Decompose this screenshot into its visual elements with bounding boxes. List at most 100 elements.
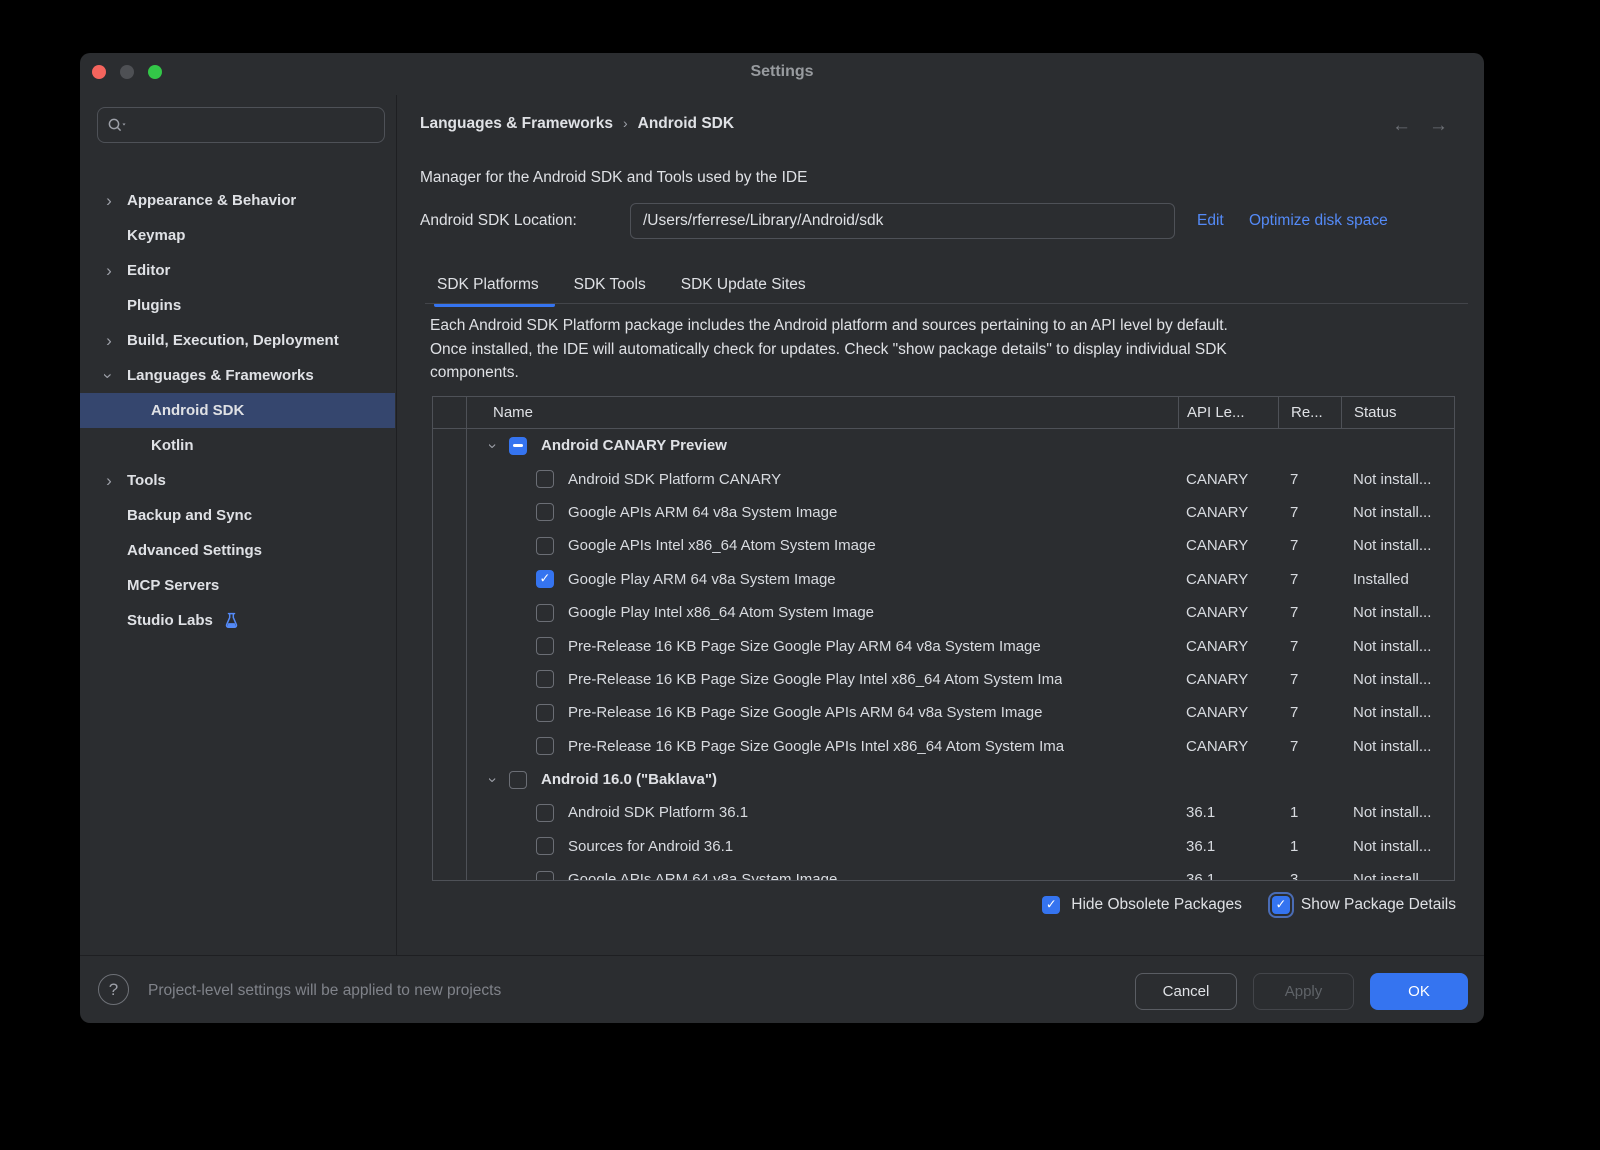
column-header-revision[interactable]: Re... bbox=[1278, 397, 1341, 428]
package-checkbox[interactable] bbox=[536, 804, 554, 822]
sidebar-item[interactable]: Plugins bbox=[80, 288, 395, 323]
table-row[interactable]: Pre-Release 16 KB Page Size Google APIs … bbox=[433, 696, 1454, 729]
chevron-down-icon[interactable]: › bbox=[483, 773, 501, 787]
table-group-row[interactable]: › Android 16.0 ("Baklava") bbox=[433, 763, 1454, 796]
table-row[interactable]: Sources for Android 36.1 36.1 1 Not inst… bbox=[433, 830, 1454, 863]
package-checkbox[interactable] bbox=[536, 570, 554, 588]
package-name: Pre-Release 16 KB Page Size Google Play … bbox=[568, 638, 1041, 655]
status-cell: Not install... bbox=[1341, 696, 1454, 729]
chevron-down-icon[interactable]: › bbox=[102, 369, 116, 383]
package-checkbox[interactable] bbox=[536, 503, 554, 521]
sidebar-item[interactable]: Backup and Sync bbox=[80, 498, 395, 533]
sdk-location-input[interactable] bbox=[630, 203, 1175, 239]
package-checkbox[interactable] bbox=[536, 871, 554, 880]
table-row[interactable]: Android SDK Platform 36.1 36.1 1 Not ins… bbox=[433, 796, 1454, 829]
api-level-cell: 36.1 bbox=[1178, 863, 1278, 880]
sidebar-item[interactable]: ›Languages & Frameworks bbox=[80, 358, 395, 393]
api-level-cell: CANARY bbox=[1178, 529, 1278, 562]
package-group-name: Android CANARY Preview bbox=[541, 437, 727, 454]
chevron-right-icon[interactable]: › bbox=[102, 194, 116, 208]
revision-cell: 1 bbox=[1278, 830, 1341, 863]
option-checkbox[interactable] bbox=[1272, 896, 1290, 914]
sidebar-item[interactable]: Keymap bbox=[80, 218, 395, 253]
api-level-cell: 36.1 bbox=[1178, 796, 1278, 829]
table-row[interactable]: Pre-Release 16 KB Page Size Google Play … bbox=[433, 663, 1454, 696]
tab-sdk-update-sites[interactable]: SDK Update Sites bbox=[681, 265, 806, 304]
table-row[interactable]: Google Play Intel x86_64 Atom System Ima… bbox=[433, 596, 1454, 629]
breadcrumb-page: Android SDK bbox=[638, 115, 734, 132]
table-row[interactable]: Google Play ARM 64 v8a System Image CANA… bbox=[433, 563, 1454, 596]
group-checkbox[interactable] bbox=[509, 771, 527, 789]
chevron-right-icon[interactable]: › bbox=[102, 474, 116, 488]
table-row[interactable]: Pre-Release 16 KB Page Size Google APIs … bbox=[433, 730, 1454, 763]
tabs-divider bbox=[425, 303, 1468, 304]
table-row[interactable]: Google APIs ARM 64 v8a System Image CANA… bbox=[433, 496, 1454, 529]
column-header-name[interactable]: Name bbox=[433, 397, 1178, 428]
revision-cell: 7 bbox=[1278, 596, 1341, 629]
ok-button[interactable]: OK bbox=[1370, 973, 1468, 1010]
table-row[interactable]: Google APIs ARM 64 v8a System Image 36.1… bbox=[433, 863, 1454, 880]
sidebar-item[interactable]: Advanced Settings bbox=[80, 533, 395, 568]
api-level-cell: CANARY bbox=[1178, 462, 1278, 495]
sidebar-item-label: Android SDK bbox=[80, 402, 244, 419]
sidebar-item[interactable]: ›Editor bbox=[80, 253, 395, 288]
settings-search-field[interactable] bbox=[97, 107, 385, 143]
help-icon[interactable]: ? bbox=[98, 974, 129, 1005]
table-row[interactable]: Pre-Release 16 KB Page Size Google Play … bbox=[433, 629, 1454, 662]
sidebar-item[interactable]: Android SDK bbox=[80, 393, 395, 428]
back-arrow-icon[interactable]: ← bbox=[1392, 115, 1429, 136]
package-checkbox[interactable] bbox=[536, 837, 554, 855]
column-header-status[interactable]: Status bbox=[1341, 397, 1454, 428]
package-checkbox[interactable] bbox=[536, 604, 554, 622]
sidebar-item[interactable]: ›Tools bbox=[80, 463, 395, 498]
flask-icon bbox=[223, 612, 240, 629]
forward-arrow-icon[interactable]: → bbox=[1429, 115, 1466, 136]
status-cell: Installed bbox=[1341, 563, 1454, 596]
sdk-tabs: SDK Platforms SDK Tools SDK Update Sites bbox=[437, 265, 806, 304]
table-row[interactable]: Android SDK Platform CANARY CANARY 7 Not… bbox=[433, 462, 1454, 495]
package-checkbox[interactable] bbox=[536, 737, 554, 755]
option-show-package-details[interactable]: Show Package Details bbox=[1272, 896, 1456, 914]
package-name: Pre-Release 16 KB Page Size Google APIs … bbox=[568, 738, 1064, 755]
package-checkbox[interactable] bbox=[536, 470, 554, 488]
sidebar-item[interactable]: Kotlin bbox=[80, 428, 395, 463]
sidebar-item[interactable]: Studio Labs bbox=[80, 603, 395, 638]
chevron-down-icon[interactable]: › bbox=[483, 439, 501, 453]
package-name: Google Play Intel x86_64 Atom System Ima… bbox=[568, 604, 874, 621]
edit-link[interactable]: Edit bbox=[1197, 203, 1224, 239]
package-group-name: Android 16.0 ("Baklava") bbox=[541, 771, 717, 788]
apply-button[interactable]: Apply bbox=[1253, 973, 1354, 1010]
search-input[interactable] bbox=[136, 117, 374, 134]
chevron-right-icon[interactable]: › bbox=[102, 264, 116, 278]
breadcrumb-section[interactable]: Languages & Frameworks bbox=[420, 115, 613, 132]
sidebar-item-label: Build, Execution, Deployment bbox=[80, 332, 339, 349]
tab-sdk-tools[interactable]: SDK Tools bbox=[574, 265, 646, 304]
status-cell: Not install... bbox=[1341, 462, 1454, 495]
option-hide-obsolete-packages[interactable]: Hide Obsolete Packages bbox=[1042, 896, 1242, 914]
optimize-disk-space-link[interactable]: Optimize disk space bbox=[1249, 203, 1388, 239]
status-cell: Not install... bbox=[1341, 830, 1454, 863]
cancel-button[interactable]: Cancel bbox=[1135, 973, 1237, 1010]
package-checkbox[interactable] bbox=[536, 704, 554, 722]
table-group-row[interactable]: › Android CANARY Preview bbox=[433, 429, 1454, 462]
history-arrows: ←→ bbox=[1392, 115, 1466, 137]
page-subtitle: Manager for the Android SDK and Tools us… bbox=[420, 169, 807, 187]
chevron-right-icon[interactable]: › bbox=[102, 334, 116, 348]
option-checkbox[interactable] bbox=[1042, 896, 1060, 914]
package-checkbox[interactable] bbox=[536, 670, 554, 688]
tab-sdk-platforms[interactable]: SDK Platforms bbox=[437, 265, 539, 304]
sdk-location-label: Android SDK Location: bbox=[420, 203, 577, 239]
package-checkbox[interactable] bbox=[536, 537, 554, 555]
table-row[interactable]: Google APIs Intel x86_64 Atom System Ima… bbox=[433, 529, 1454, 562]
breadcrumb-separator-icon: › bbox=[613, 115, 638, 131]
api-level-cell bbox=[1178, 429, 1278, 462]
sidebar-item-label: Backup and Sync bbox=[80, 507, 252, 524]
sidebar-item[interactable]: ›Build, Execution, Deployment bbox=[80, 323, 395, 358]
package-name: Android SDK Platform CANARY bbox=[568, 471, 781, 488]
sidebar-item[interactable]: ›Appearance & Behavior bbox=[80, 183, 395, 218]
group-checkbox[interactable] bbox=[509, 437, 527, 455]
sidebar-item[interactable]: MCP Servers bbox=[80, 568, 395, 603]
revision-cell: 7 bbox=[1278, 563, 1341, 596]
column-header-api-level[interactable]: API Le... bbox=[1178, 397, 1278, 428]
package-checkbox[interactable] bbox=[536, 637, 554, 655]
